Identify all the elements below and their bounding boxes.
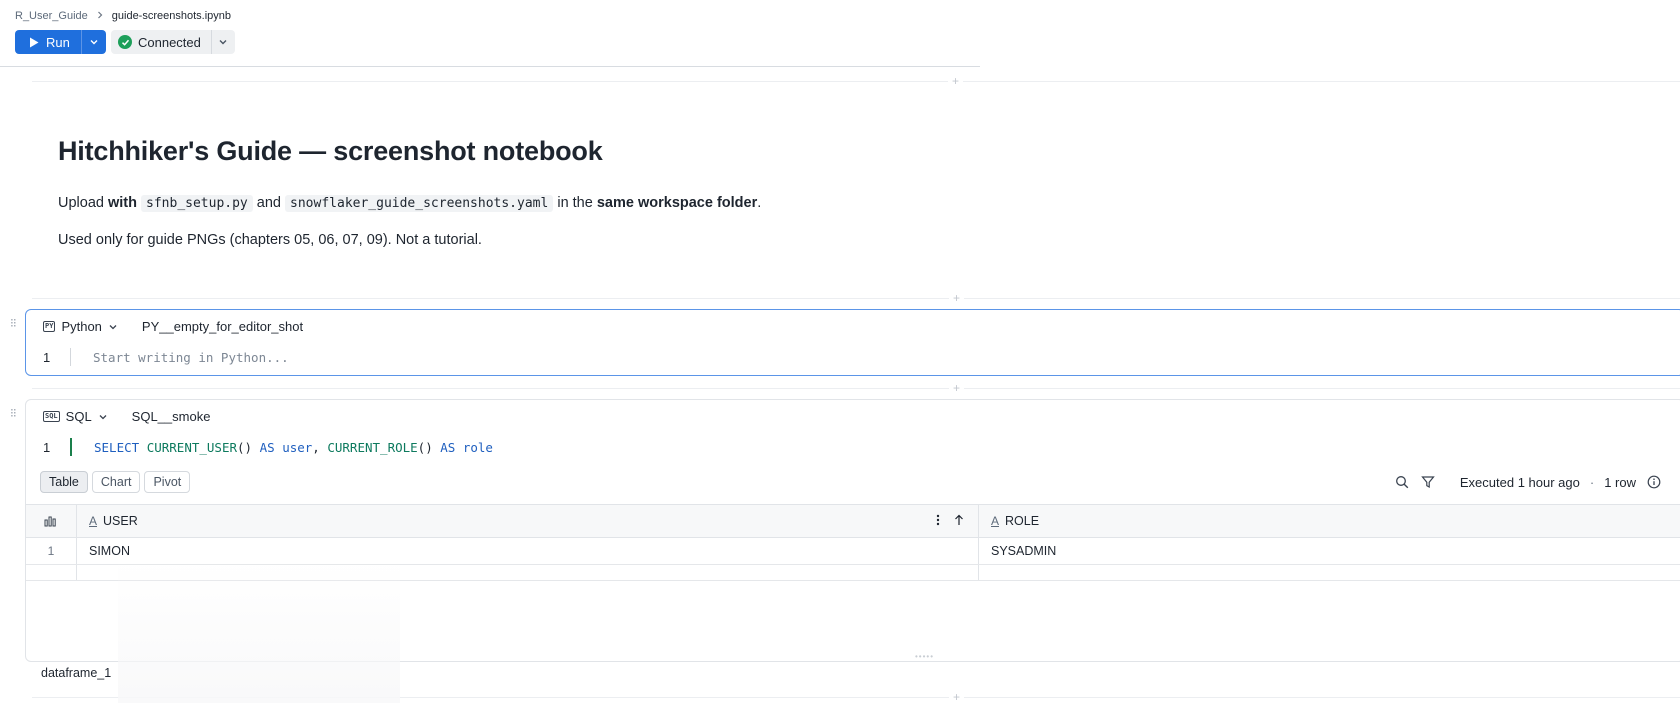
md-bold-text: with xyxy=(107,195,137,211)
run-options-button[interactable] xyxy=(81,30,106,54)
search-icon[interactable] xyxy=(1394,474,1410,490)
column-header-role[interactable]: A ROLE xyxy=(979,505,1680,537)
cell-header: SQL SQL SQL__smoke xyxy=(43,409,210,424)
meta-separator: · xyxy=(1589,474,1595,490)
info-icon[interactable] xyxy=(1646,474,1662,490)
cell-name[interactable]: PY__empty_for_editor_shot xyxy=(142,319,303,334)
code-editor[interactable]: 1 SELECT CURRENT_USER() AS user, CURRENT… xyxy=(43,438,493,456)
cell-separator xyxy=(32,388,1680,389)
sql-function: CURRENT_ROLE xyxy=(327,439,418,455)
check-circle-icon xyxy=(118,35,132,49)
breadcrumb: R_User_Guide guide-screenshots.ipynb xyxy=(15,10,231,22)
breadcrumb-parent[interactable]: R_User_Guide xyxy=(15,10,88,22)
connection-status-label: Connected xyxy=(138,34,201,50)
cell-role[interactable]: SYSADMIN xyxy=(979,538,1680,564)
chevron-down-icon[interactable] xyxy=(98,412,108,422)
tab-table[interactable]: Table xyxy=(40,471,88,493)
more-vertical-icon[interactable] xyxy=(936,514,940,529)
markdown-paragraph-note: Used only for guide PNGs (chapters 05, 0… xyxy=(58,232,482,248)
python-cell[interactable]: PY Python PY__empty_for_editor_shot 1 St… xyxy=(25,309,1680,376)
column-actions xyxy=(936,514,964,529)
row-count: 1 row xyxy=(1604,474,1636,490)
md-text: . xyxy=(757,195,762,211)
md-bold-text: same workspace folder xyxy=(596,195,758,211)
notebook-toolbar: Run Connected xyxy=(15,30,235,54)
header-divider xyxy=(0,66,980,67)
cell-name[interactable]: SQL__smoke xyxy=(132,409,211,424)
cell-separator xyxy=(32,81,1680,82)
column-name: USER xyxy=(103,514,138,528)
run-button[interactable]: Run xyxy=(15,30,81,54)
table-header-row: A USER A ROLE xyxy=(26,504,1680,538)
sql-identifier: user xyxy=(282,439,313,455)
add-cell-icon[interactable]: + xyxy=(948,75,964,87)
run-button-label: Run xyxy=(46,34,70,50)
chevron-down-icon[interactable] xyxy=(108,322,118,332)
tab-chart[interactable]: Chart xyxy=(91,471,141,493)
gutter-marker xyxy=(70,438,72,456)
resize-handle[interactable]: ••••• xyxy=(915,653,934,661)
connection-status-button[interactable]: Connected xyxy=(111,30,211,54)
sql-function: CURRENT_USER xyxy=(146,439,237,455)
code-editor[interactable]: 1 Start writing in Python... xyxy=(43,348,289,366)
sql-punctuation: () xyxy=(417,439,433,455)
column-header-user[interactable]: A USER xyxy=(77,505,979,537)
md-inline-code: snowflaker_guide_screenshots.yaml xyxy=(285,195,554,212)
sql-identifier: role xyxy=(462,439,493,455)
cell-header: PY Python PY__empty_for_editor_shot xyxy=(43,319,303,334)
connection-group: Connected xyxy=(111,30,235,54)
md-text: Upload xyxy=(58,195,104,211)
result-meta: Executed 1 hour ago · 1 row xyxy=(1394,474,1662,490)
redaction-overlay xyxy=(118,560,400,703)
executed-time: Executed 1 hour ago xyxy=(1459,474,1580,490)
add-cell-icon[interactable]: + xyxy=(949,691,965,703)
language-selector[interactable]: Python xyxy=(61,319,101,334)
chevron-down-icon xyxy=(90,40,98,45)
connection-options-button[interactable] xyxy=(210,30,235,54)
editor-placeholder[interactable]: Start writing in Python... xyxy=(93,350,289,365)
markdown-paragraph-upload: Upload with sfnb_setup.py and snowflaker… xyxy=(58,195,762,212)
column-stats-icon[interactable] xyxy=(26,505,77,537)
cell-separator xyxy=(32,298,1680,299)
line-number: 1 xyxy=(43,439,51,455)
add-cell-icon[interactable]: + xyxy=(949,292,965,304)
sort-ascending-icon[interactable] xyxy=(954,514,964,529)
sql-icon: SQL xyxy=(43,411,60,422)
sql-keyword: AS xyxy=(259,439,275,455)
drag-handle-icon[interactable]: ⁝⁝ xyxy=(10,407,17,419)
sql-keyword: AS xyxy=(440,439,456,455)
md-text: in the xyxy=(557,195,593,211)
text-type-icon: A xyxy=(89,514,98,528)
sql-keyword: SELECT xyxy=(94,439,140,455)
markdown-heading: Hitchhiker's Guide — screenshot notebook xyxy=(58,136,603,166)
add-cell-icon[interactable]: + xyxy=(949,382,965,394)
line-number: 1 xyxy=(43,349,51,365)
gutter-marker xyxy=(70,348,71,366)
column-name: ROLE xyxy=(1005,514,1040,528)
filter-icon[interactable] xyxy=(1420,474,1436,490)
chevron-right-icon xyxy=(96,11,104,22)
row-index: 1 xyxy=(26,538,77,564)
dataframe-name: dataframe_1 xyxy=(41,666,112,680)
result-view-tabs: Table Chart Pivot xyxy=(40,471,191,493)
chevron-down-icon xyxy=(219,40,227,45)
language-selector[interactable]: SQL xyxy=(66,409,92,424)
sql-punctuation: , xyxy=(312,439,320,455)
sql-punctuation: () xyxy=(237,439,253,455)
drag-handle-icon[interactable]: ⁝⁝ xyxy=(10,317,17,329)
text-type-icon: A xyxy=(991,514,1000,528)
run-button-group: Run xyxy=(15,30,106,54)
row-index-empty xyxy=(26,565,77,580)
breadcrumb-current: guide-screenshots.ipynb xyxy=(111,10,232,22)
md-inline-code: sfnb_setup.py xyxy=(141,195,253,212)
tab-pivot[interactable]: Pivot xyxy=(144,471,191,493)
md-text: and xyxy=(256,195,281,211)
play-icon xyxy=(30,37,39,47)
python-icon: PY xyxy=(43,321,56,332)
